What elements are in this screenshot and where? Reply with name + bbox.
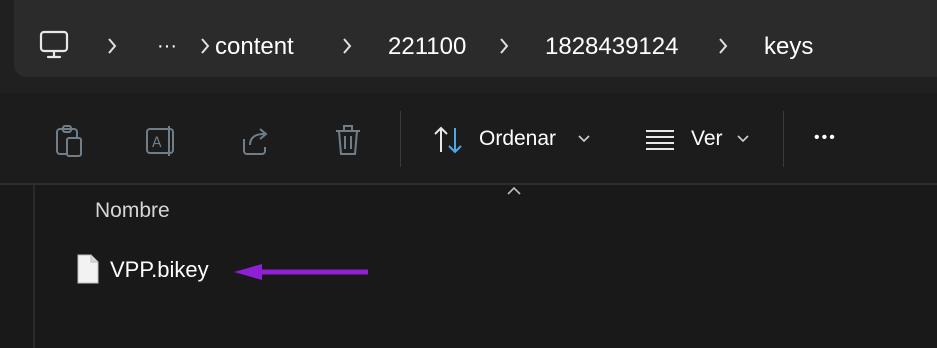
view-label: Ver (691, 127, 723, 150)
chevron-up-icon[interactable] (506, 186, 522, 196)
sort-label: Ordenar (479, 127, 557, 150)
chevron-right-icon (201, 38, 210, 54)
toolbar-separator (400, 111, 401, 167)
file-name[interactable]: VPP.bikey (110, 257, 209, 283)
chevron-right-icon (719, 38, 728, 54)
toolbar-separator (783, 111, 784, 167)
rename-icon[interactable]: A (145, 125, 179, 157)
document-icon (77, 254, 99, 284)
breadcrumb-1828439124[interactable]: 1828439124 (545, 0, 678, 93)
sort-icon (434, 126, 462, 154)
chevron-down-icon (737, 135, 749, 143)
chevron-down-icon (578, 135, 590, 143)
chevron-right-icon (343, 38, 352, 54)
delete-icon[interactable] (333, 124, 363, 158)
view-button[interactable]: Ver (636, 115, 760, 165)
command-bar: A Ordenar Ver ••• (0, 93, 937, 185)
share-icon[interactable] (240, 125, 272, 157)
monitor-icon[interactable] (38, 30, 72, 60)
breadcrumb-keys[interactable]: keys (764, 0, 813, 93)
paste-icon[interactable] (53, 124, 85, 158)
sort-button[interactable]: Ordenar (424, 115, 600, 165)
annotation-arrow (234, 264, 368, 280)
chevron-right-icon (108, 38, 117, 54)
breadcrumb-221100[interactable]: 221100 (388, 0, 466, 93)
address-bar-area: ··· content 221100 1828439124 keys (0, 0, 937, 93)
more-options-button[interactable]: ••• (814, 129, 837, 147)
breadcrumb-content[interactable]: content (215, 0, 294, 93)
navigation-pane-border (33, 185, 35, 348)
view-icon (646, 130, 674, 150)
breadcrumb-overflow[interactable]: ··· (157, 0, 177, 93)
svg-text:A: A (152, 135, 162, 151)
column-header-name[interactable]: Nombre (95, 199, 170, 223)
chevron-right-icon (500, 38, 509, 54)
